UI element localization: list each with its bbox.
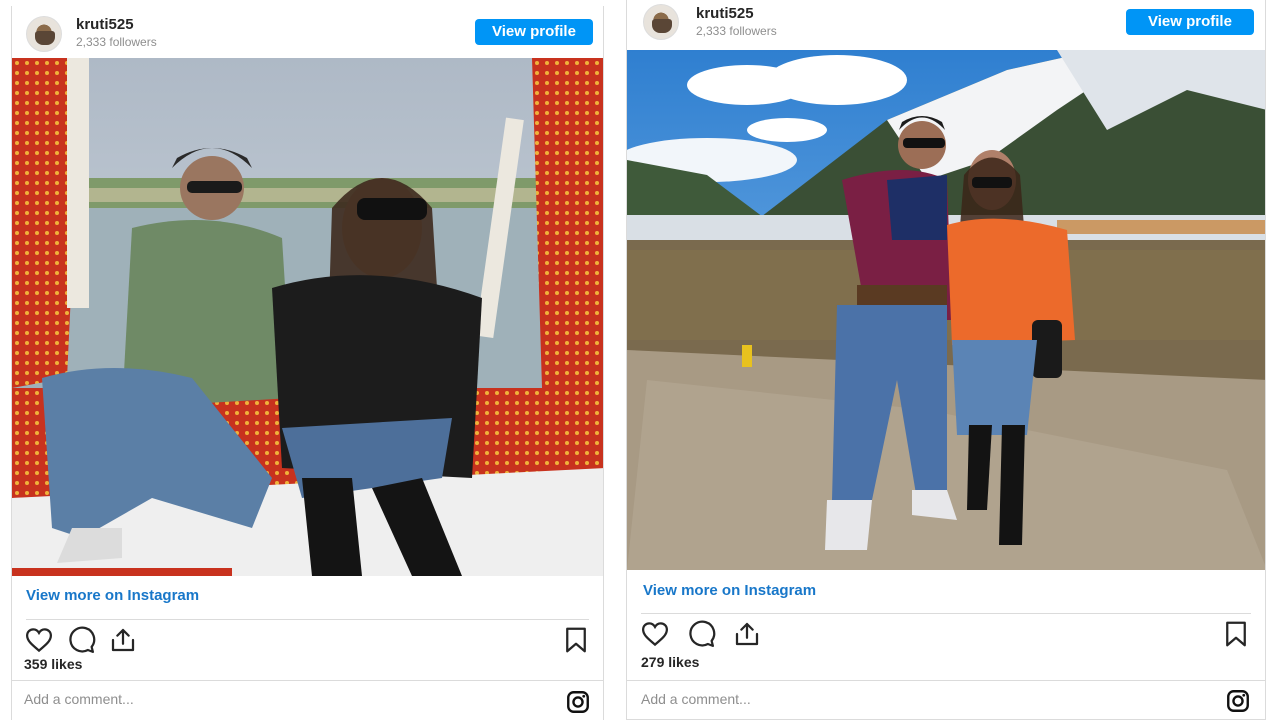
share-icon[interactable] (732, 619, 762, 649)
bookmark-icon[interactable] (1221, 619, 1251, 649)
follower-count: 2,333 followers (696, 24, 777, 38)
avatar[interactable] (643, 4, 679, 40)
post-photo[interactable] (12, 58, 603, 576)
post-header: kruti525 2,333 followers View profile (12, 6, 603, 58)
action-bar (640, 619, 1251, 649)
view-profile-button[interactable]: View profile (1126, 9, 1254, 35)
view-profile-button[interactable]: View profile (475, 19, 593, 45)
bookmark-icon[interactable] (561, 625, 591, 655)
like-count: 359 likes (24, 656, 83, 672)
view-more-link[interactable]: View more on Instagram (643, 582, 816, 599)
post-photo[interactable] (627, 50, 1265, 570)
post-header: kruti525 2,333 followers View profile (627, 0, 1265, 52)
instagram-post-2: kruti525 2,333 followers View profile Vi… (626, 0, 1266, 720)
heart-icon[interactable] (24, 625, 54, 655)
instagram-icon[interactable] (565, 689, 591, 715)
comment-row: Add a comment... (627, 680, 1265, 719)
share-icon[interactable] (108, 625, 138, 655)
heart-icon[interactable] (640, 619, 670, 649)
comment-icon[interactable] (66, 625, 96, 655)
instagram-icon[interactable] (1225, 688, 1251, 714)
username[interactable]: kruti525 (696, 5, 754, 22)
follower-count: 2,333 followers (76, 35, 157, 49)
comment-input[interactable]: Add a comment... (641, 691, 751, 707)
divider (641, 613, 1251, 614)
avatar[interactable] (26, 16, 62, 52)
like-count: 279 likes (641, 654, 700, 670)
action-bar (24, 625, 591, 655)
comment-input[interactable]: Add a comment... (24, 691, 134, 707)
comment-icon[interactable] (686, 619, 716, 649)
username[interactable]: kruti525 (76, 16, 134, 33)
view-more-link[interactable]: View more on Instagram (26, 587, 199, 604)
instagram-post-1: kruti525 2,333 followers View profile Vi… (11, 6, 604, 720)
divider (26, 619, 589, 620)
comment-row: Add a comment... (12, 680, 603, 720)
mountain-scene-image (627, 50, 1265, 570)
boat-scene-image (12, 58, 603, 576)
